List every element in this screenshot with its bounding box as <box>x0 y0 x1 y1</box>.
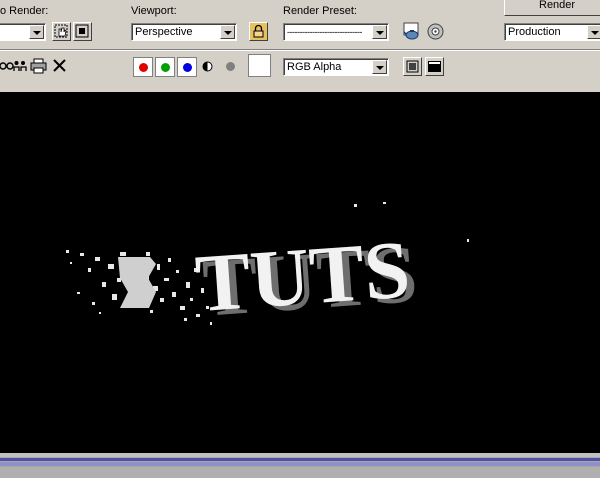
clone-window-icon <box>13 61 27 71</box>
clear-button[interactable] <box>52 58 68 74</box>
toggle-ui-overlay-button[interactable] <box>403 57 422 76</box>
area-to-render-label: o Render: <box>0 5 49 17</box>
hand-region-icon <box>54 24 68 38</box>
viewport-value: Perspective <box>135 26 193 38</box>
chevron-down-icon[interactable] <box>372 25 387 39</box>
chevron-down-icon[interactable] <box>29 25 44 39</box>
timeline-track-highlight <box>0 462 600 466</box>
toolbar-divider-highlight <box>0 50 600 51</box>
printer-icon <box>30 58 47 74</box>
render-output-image: TUTS TUTS <box>66 202 469 334</box>
teapot-icon <box>403 22 419 40</box>
render-button[interactable]: Render <box>504 0 600 16</box>
render-preset-dropdown[interactable]: ------------------------------ <box>283 23 389 41</box>
render-setup-button[interactable] <box>403 22 422 41</box>
blue-channel-dot-icon <box>183 63 192 72</box>
chevron-down-icon[interactable] <box>587 25 600 39</box>
render-preset-value: ------------------------------ <box>287 27 362 37</box>
tuts-text: TUTS <box>193 223 413 329</box>
environment-button[interactable] <box>426 22 445 41</box>
monochrome-toggle[interactable] <box>225 61 236 72</box>
display-channel-dropdown[interactable]: RGB Alpha <box>283 58 389 76</box>
area-to-render-dropdown[interactable] <box>0 23 46 41</box>
chevron-down-icon[interactable] <box>220 25 235 39</box>
gear-icon <box>427 23 444 40</box>
chevron-down-icon[interactable] <box>372 60 387 74</box>
half-circle-icon <box>202 61 213 72</box>
gray-dot-icon <box>226 62 235 71</box>
render-mode-dropdown[interactable]: Production <box>504 23 600 41</box>
copy-image-icon <box>0 62 14 70</box>
viewport-dropdown[interactable]: Perspective <box>131 23 237 41</box>
render-frame-viewport: TUTS TUTS <box>0 92 600 453</box>
background-color-swatch[interactable] <box>248 54 271 77</box>
fragmented-letter <box>118 257 156 308</box>
print-image-button[interactable] <box>30 57 48 75</box>
timeline-track[interactable] <box>0 458 600 461</box>
red-channel-dot-icon <box>139 63 148 72</box>
alpha-channel-toggle[interactable] <box>202 61 213 72</box>
green-channel-toggle[interactable] <box>155 57 175 77</box>
toggle-ui-button[interactable] <box>425 57 444 76</box>
green-channel-dot-icon <box>161 63 170 72</box>
lock-icon <box>253 24 264 38</box>
render-mode-value: Production <box>508 26 561 38</box>
close-icon <box>53 59 66 72</box>
lock-viewport-button[interactable] <box>249 22 268 41</box>
window-icon <box>428 61 441 72</box>
auto-region-icon <box>75 24 89 38</box>
clone-window-button[interactable] <box>13 58 27 74</box>
edit-region-button[interactable] <box>52 22 71 41</box>
viewport-label: Viewport: <box>131 5 177 17</box>
timeline-strip <box>0 453 600 478</box>
timeline-bottom <box>0 467 600 478</box>
frame-icon <box>406 60 419 73</box>
blue-channel-toggle[interactable] <box>177 57 197 77</box>
timeline-top-edge <box>0 453 600 457</box>
red-channel-toggle[interactable] <box>133 57 153 77</box>
auto-region-button[interactable] <box>73 22 92 41</box>
copy-image-button[interactable] <box>0 58 14 74</box>
render-button-label: Render <box>539 0 576 11</box>
render-preset-label: Render Preset: <box>283 5 357 17</box>
display-channel-value: RGB Alpha <box>287 61 342 73</box>
